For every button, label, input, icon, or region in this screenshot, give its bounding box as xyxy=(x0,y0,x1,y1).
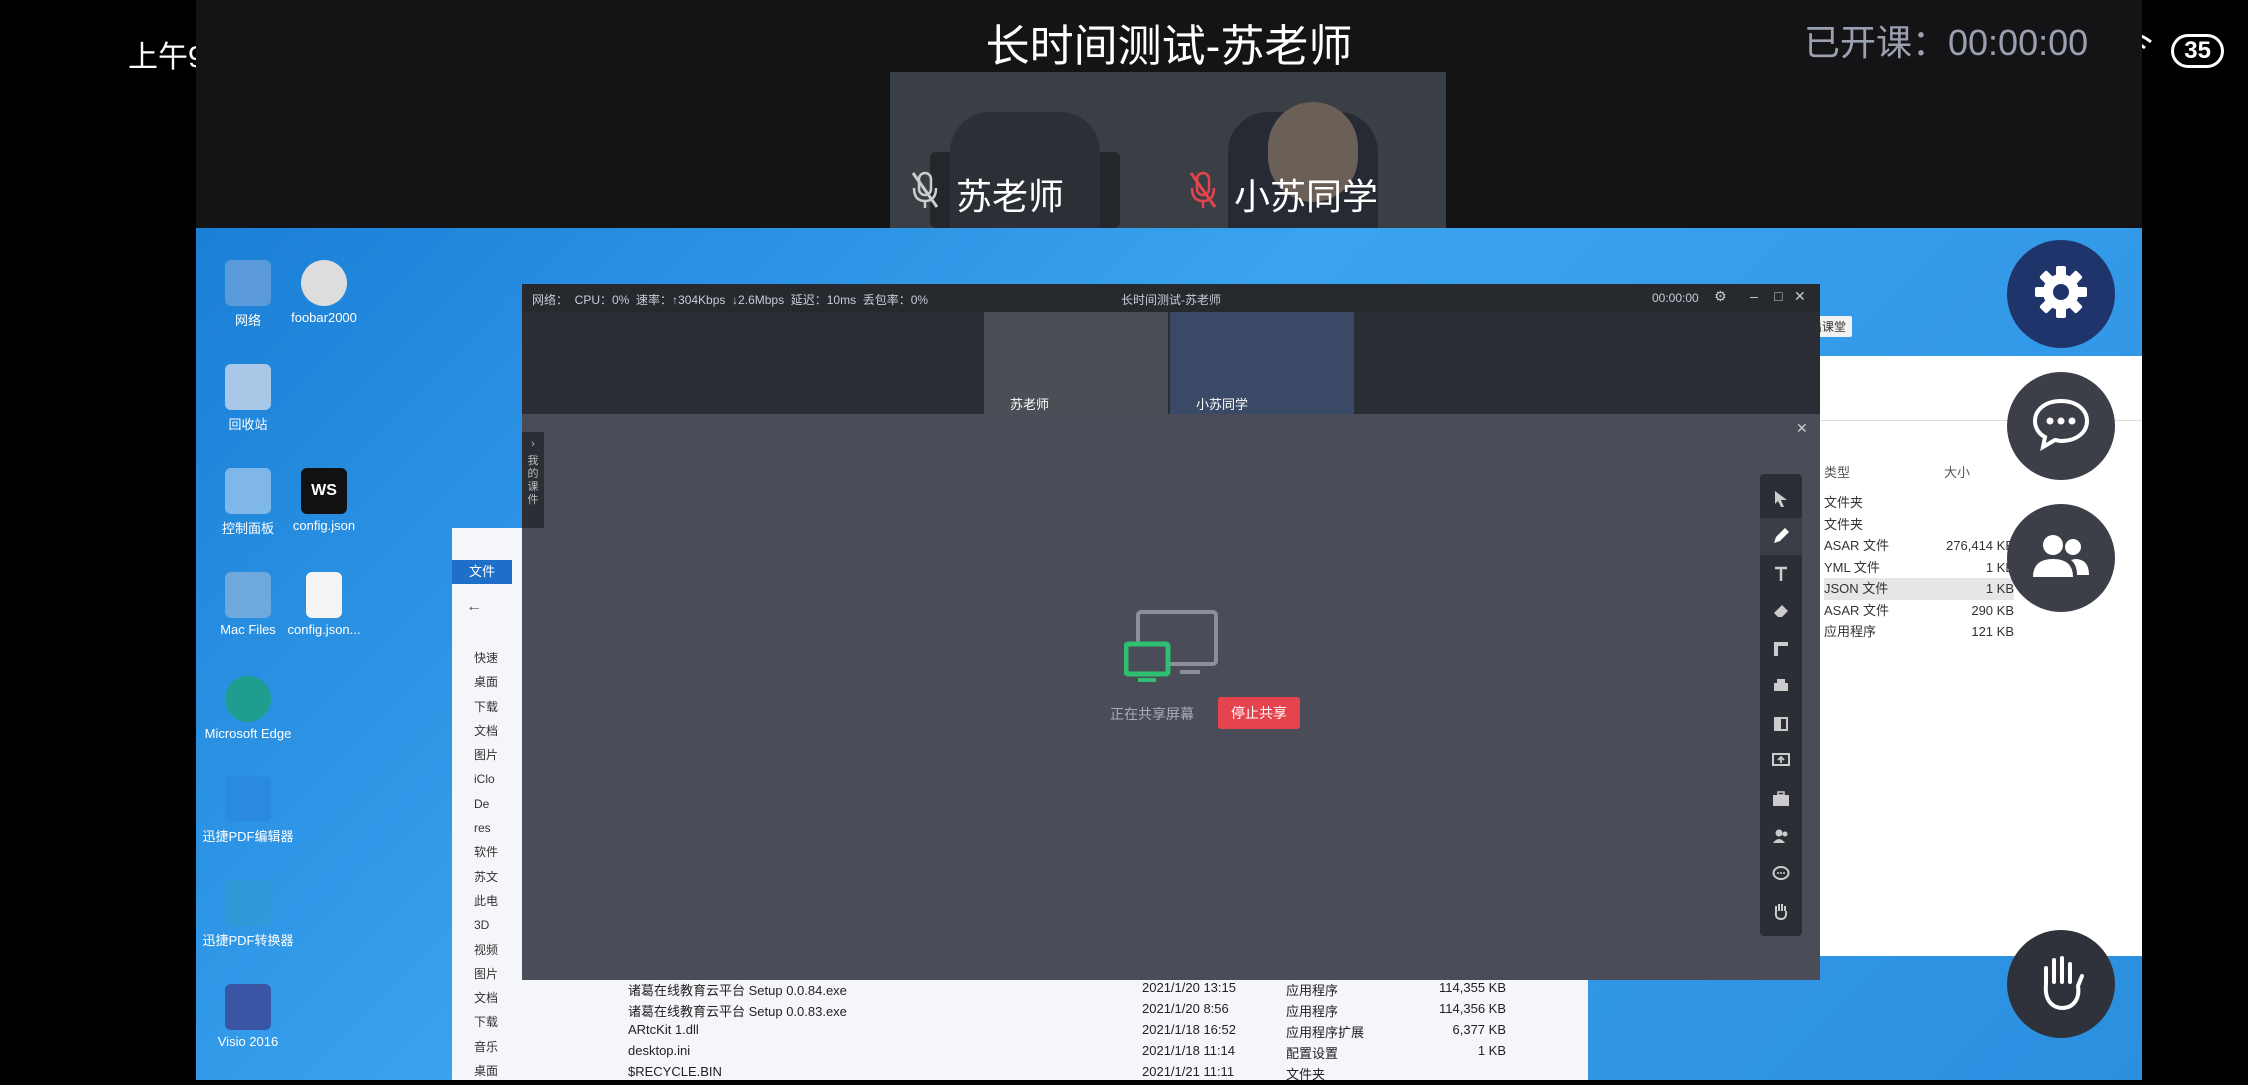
shape-icon[interactable] xyxy=(1760,630,1802,668)
chat-icon[interactable] xyxy=(1760,855,1802,893)
table-row[interactable]: 应用程序 121 KB xyxy=(1824,621,2014,643)
column-header-size[interactable]: 大小 xyxy=(1944,462,1970,481)
inner-participant-tile[interactable]: 小苏同学 xyxy=(1170,312,1354,414)
maximize-icon[interactable]: □ xyxy=(1774,288,1782,304)
table-row[interactable]: 文件夹 xyxy=(1824,514,2014,536)
inner-window-titlebar: 网络： CPU：0% 速率：↑304Kbps ↓2.6Mbps 延迟：10ms … xyxy=(522,284,1820,312)
minimize-icon[interactable]: – xyxy=(1750,288,1758,304)
nav-item[interactable]: iClo xyxy=(474,767,498,791)
nav-item[interactable]: res xyxy=(474,816,498,840)
print-icon[interactable] xyxy=(1760,668,1802,706)
nav-item[interactable]: 下载 xyxy=(474,1010,498,1034)
inner-window-title: 长时间测试-苏老师 xyxy=(1121,293,1221,307)
inner-video-strip: 苏老师 小苏同学 xyxy=(522,312,1820,414)
nav-item[interactable]: 音乐 xyxy=(474,1035,498,1059)
chat-button[interactable] xyxy=(2007,372,2115,480)
details-rows: 文件夹 文件夹 ASAR 文件 276,414 KB YML 文件 1 KB JSO… xyxy=(1824,492,2014,643)
pen-icon[interactable] xyxy=(1760,517,1802,555)
details-header: 类型 大小 xyxy=(1824,462,1970,481)
class-elapsed-timer: 已开课：00:00:00 xyxy=(1804,22,2089,63)
table-row[interactable]: YML 文件 1 KB xyxy=(1824,557,2014,579)
gear-icon[interactable]: ⚙ xyxy=(1714,288,1727,305)
desktop-icon-webstorm[interactable]: WS config.json xyxy=(276,468,372,533)
mic-muted-icon xyxy=(1188,170,1218,219)
pointer-icon[interactable] xyxy=(1760,480,1802,518)
toolbox-icon[interactable] xyxy=(1760,780,1802,818)
members-icon xyxy=(2031,531,2091,586)
screen-share-area xyxy=(522,414,1820,980)
table-row[interactable]: JSON 文件 1 KB xyxy=(1824,578,2014,600)
nav-item[interactable]: 快速 xyxy=(474,646,498,670)
desktop-icon-pdf-converter[interactable]: 迅捷PDF转换器 xyxy=(200,880,296,949)
members-button[interactable] xyxy=(2007,504,2115,612)
desktop-icon-edge[interactable]: Microsoft Edge xyxy=(200,676,296,741)
participant-tile-teacher[interactable]: 苏老师 xyxy=(890,72,1168,228)
back-arrow-icon[interactable]: ← xyxy=(466,598,482,616)
chat-bubble-icon xyxy=(2031,397,2091,456)
participant-name: 苏老师 xyxy=(956,176,1065,217)
nav-item[interactable]: 此电 xyxy=(474,889,498,913)
column-header-type[interactable]: 类型 xyxy=(1824,462,1944,481)
nav-item[interactable]: 桌面 xyxy=(474,670,498,694)
desktop-icon-config-json[interactable]: config.json... xyxy=(276,572,372,637)
nav-item[interactable]: De xyxy=(474,792,498,816)
nav-item[interactable]: 文档 xyxy=(474,719,498,743)
board-icon[interactable] xyxy=(1760,705,1802,743)
sharing-status-text: 正在共享屏幕 xyxy=(1110,706,1194,722)
settings-button[interactable] xyxy=(2007,240,2115,348)
table-row[interactable]: $RECYCLE.BIN 2021/1/21 11:11 文件夹 xyxy=(628,1064,1548,1085)
screen-share-tool-icon[interactable] xyxy=(1760,743,1802,781)
whiteboard-toolbar xyxy=(1760,474,1802,936)
screen-share-icon xyxy=(1123,608,1220,691)
inner-window-timer: 00:00:00 xyxy=(1652,291,1699,305)
explorer-file-list: 诸葛在线教育云平台 Setup 0.0.84.exe 2021/1/20 13:1… xyxy=(628,980,1548,1085)
mic-muted-icon xyxy=(910,170,940,219)
close-icon[interactable]: ✕ xyxy=(1794,288,1806,305)
nav-item[interactable]: 3D xyxy=(474,913,498,937)
nav-item[interactable]: 文档 xyxy=(474,986,498,1010)
inner-participant-tile[interactable]: 苏老师 xyxy=(984,312,1168,414)
raise-hand-icon xyxy=(2034,952,2088,1017)
close-icon[interactable]: ✕ xyxy=(1796,420,1808,437)
table-row[interactable]: 文件夹 xyxy=(1824,492,2014,514)
participant-name: 小苏同学 xyxy=(1234,176,1379,217)
table-row[interactable]: ASAR 文件 276,414 KB xyxy=(1824,535,2014,557)
nav-item[interactable]: 苏文 xyxy=(474,865,498,889)
raise-hand-button[interactable] xyxy=(2007,930,2115,1038)
nav-item[interactable]: 视频 xyxy=(474,938,498,962)
stop-share-button[interactable]: 停止共享 xyxy=(1218,697,1300,729)
gear-icon xyxy=(2031,262,2091,327)
desktop-icon-pdf-editor[interactable]: 迅捷PDF编辑器 xyxy=(200,776,296,845)
table-row[interactable]: 诸葛在线教育云平台 Setup 0.0.83.exe 2021/1/20 8:56… xyxy=(628,1001,1548,1022)
table-row[interactable]: ARtcKit 1.dll 2021/1/18 16:52 应用程序扩展 6,377 … xyxy=(628,1022,1548,1043)
raise-hand-icon[interactable] xyxy=(1760,893,1802,931)
battery-indicator: 35 xyxy=(2171,33,2224,68)
explorer-ribbon-tab[interactable]: 文件 xyxy=(452,560,512,584)
table-row[interactable]: 诸葛在线教育云平台 Setup 0.0.84.exe 2021/1/20 13:1… xyxy=(628,980,1548,1001)
nav-item[interactable]: 图片 xyxy=(474,962,498,986)
text-icon[interactable] xyxy=(1760,555,1802,593)
members-icon[interactable] xyxy=(1760,818,1802,856)
desktop-icon-recycle-bin[interactable]: 回收站 xyxy=(200,364,296,433)
desktop-icon-foobar[interactable]: foobar2000 xyxy=(276,260,372,325)
table-row[interactable]: desktop.ini 2021/1/18 11:14 配置设置 1 KB xyxy=(628,1043,1548,1064)
eraser-icon[interactable] xyxy=(1760,593,1802,631)
explorer-nav-pane: 快速 桌面 下载 文档 图片 iClo De res 软件 苏文 此电 3D 视… xyxy=(474,646,498,1083)
nav-item[interactable]: 软件 xyxy=(474,840,498,864)
participant-tile-student[interactable]: 小苏同学 xyxy=(1168,72,1446,228)
chevron-right-icon: › xyxy=(531,438,535,450)
courseware-side-tab[interactable]: › 我的课件 xyxy=(522,432,544,528)
table-row[interactable]: ASAR 文件 290 KB xyxy=(1824,600,2014,622)
nav-item[interactable]: 下载 xyxy=(474,695,498,719)
nav-item[interactable]: 图片 xyxy=(474,743,498,767)
desktop-icon-visio[interactable]: Visio 2016 xyxy=(200,984,296,1049)
